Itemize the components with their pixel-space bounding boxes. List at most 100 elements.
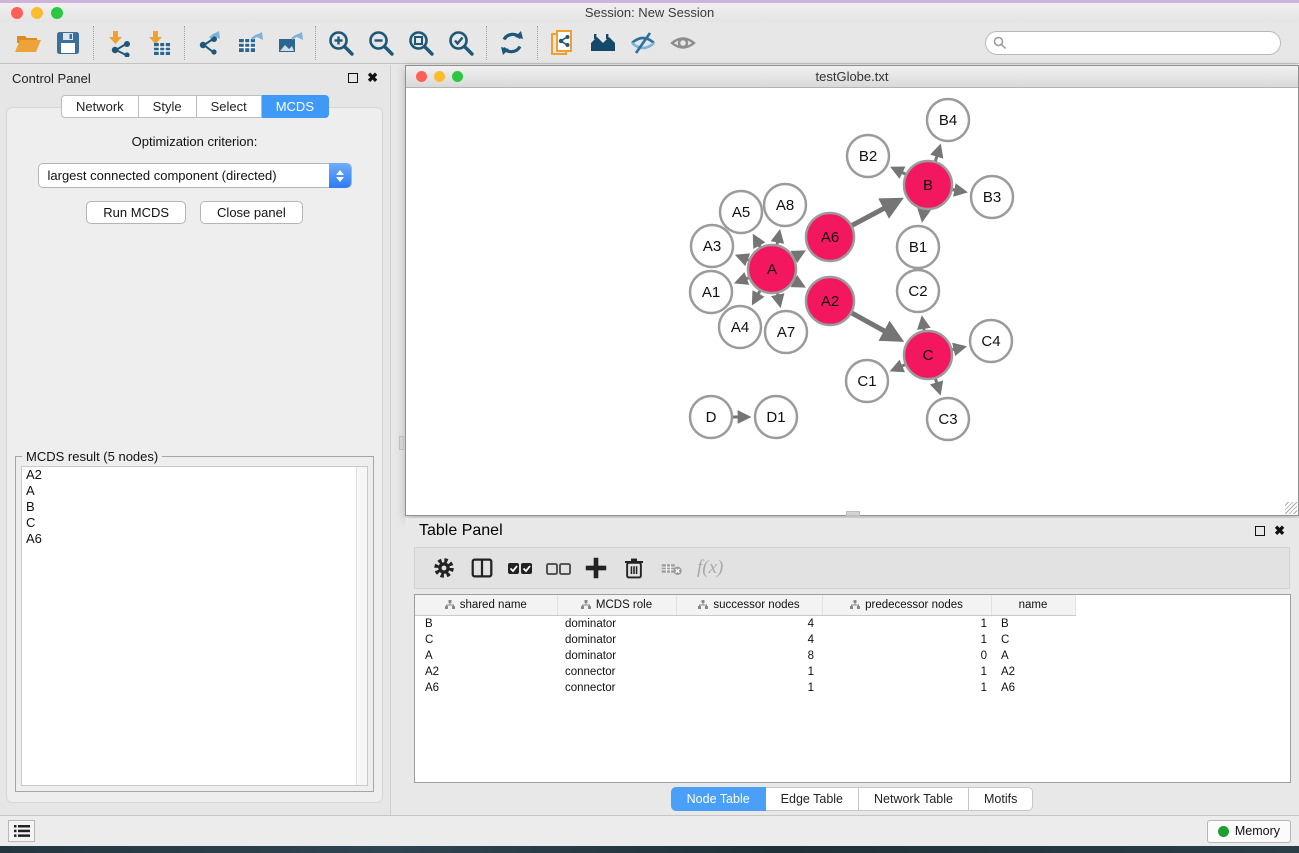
cell-mcds_role[interactable]: connector (557, 664, 676, 680)
graph-edge-B-B4[interactable] (935, 147, 939, 161)
zoom-in-button[interactable] (321, 26, 361, 60)
list-item[interactable]: A2 (22, 467, 367, 483)
graph-node-A8[interactable]: A8 (764, 184, 806, 226)
tab-node-table[interactable]: Node Table (671, 787, 766, 811)
graph-node-B4[interactable]: B4 (927, 99, 969, 141)
tab-select[interactable]: Select (197, 95, 262, 118)
graph-edge-A-A3[interactable] (738, 256, 749, 260)
refresh-button[interactable] (492, 26, 532, 60)
tab-style[interactable]: Style (139, 95, 197, 118)
column-header-name[interactable]: name (991, 595, 1075, 615)
close-panel-icon[interactable]: ✖ (367, 73, 378, 83)
graph-node-B3[interactable]: B3 (971, 176, 1013, 218)
column-header-predecessor-nodes[interactable]: predecessor nodes (822, 595, 991, 615)
list-item[interactable]: A (22, 483, 367, 499)
graph-edge-A-A4[interactable] (754, 291, 760, 303)
graph-edge-A-A1[interactable] (737, 278, 748, 282)
table-settings-button[interactable] (427, 551, 461, 585)
export-table-button[interactable] (230, 26, 270, 60)
graph-edge-A-A2[interactable] (794, 281, 803, 286)
list-item[interactable]: A6 (22, 531, 367, 547)
list-item[interactable]: B (22, 499, 367, 515)
cell-predecessor_nodes[interactable]: 1 (822, 632, 991, 648)
graph-node-A3[interactable]: A3 (691, 225, 733, 267)
cell-successor_nodes[interactable]: 1 (676, 680, 822, 696)
graph-node-C2[interactable]: C2 (897, 270, 939, 312)
graph-edge-A-A7[interactable] (777, 293, 780, 304)
import-network-button[interactable] (99, 26, 139, 60)
network-graph[interactable]: AA1A2A3A4A5A6A7A8BB1B2B3B4CC1C2C3C4DD1 (406, 88, 1298, 514)
cell-mcds_role[interactable]: dominator (557, 615, 676, 632)
cell-shared_name[interactable]: B (415, 615, 557, 632)
cell-predecessor_nodes[interactable]: 1 (822, 664, 991, 680)
cell-predecessor_nodes[interactable]: 0 (822, 648, 991, 664)
deselect-all-button[interactable] (541, 551, 575, 585)
graph-edge-A-A5[interactable] (754, 237, 760, 247)
graph-edge-A-A6[interactable] (794, 252, 803, 257)
tab-edge-table[interactable]: Edge Table (766, 787, 859, 811)
cell-successor_nodes[interactable]: 4 (676, 615, 822, 632)
graph-edge-C-C4[interactable] (952, 347, 963, 350)
optimization-criterion-dropdown[interactable]: largest connected component (directed) (38, 163, 352, 188)
add-column-button[interactable] (579, 551, 613, 585)
cell-shared_name[interactable]: C (415, 632, 557, 648)
new-network-from-selection-button[interactable] (543, 26, 583, 60)
graph-node-C4[interactable]: C4 (970, 320, 1012, 362)
cell-name[interactable]: C (991, 632, 1075, 648)
column-header-successor-nodes[interactable]: successor nodes (676, 595, 822, 615)
delete-columns-button[interactable] (617, 551, 651, 585)
cell-name[interactable]: A6 (991, 680, 1075, 696)
graph-node-D1[interactable]: D1 (755, 396, 797, 438)
column-header-mcds-role[interactable]: MCDS role (557, 595, 676, 615)
float-table-panel-icon[interactable] (1255, 526, 1265, 536)
home-view-button[interactable] (583, 26, 623, 60)
left-divider-grip[interactable] (399, 436, 404, 450)
graph-node-C1[interactable]: C1 (846, 360, 888, 402)
open-session-button[interactable] (8, 26, 48, 60)
result-scrollbar[interactable] (356, 467, 367, 785)
cell-shared_name[interactable]: A6 (415, 680, 557, 696)
cell-name[interactable]: B (991, 615, 1075, 632)
graph-edge-C-C2[interactable] (922, 319, 924, 331)
graph-edge-A-A8[interactable] (777, 232, 779, 244)
graph-edge-B-B3[interactable] (953, 190, 965, 192)
cell-name[interactable]: A2 (991, 664, 1075, 680)
network-canvas[interactable]: AA1A2A3A4A5A6A7A8BB1B2B3B4CC1C2C3C4DD1 (406, 88, 1298, 514)
list-item[interactable]: C (22, 515, 367, 531)
export-network-button[interactable] (190, 26, 230, 60)
graph-edge-C-C1[interactable] (893, 365, 905, 370)
cell-shared_name[interactable]: A (415, 648, 557, 664)
column-header-shared-name[interactable]: shared name (415, 595, 557, 615)
zoom-fit-button[interactable] (401, 26, 441, 60)
table-row[interactable]: Adominator80A (415, 648, 1290, 664)
graph-node-C[interactable]: C (904, 331, 952, 379)
hide-selected-button[interactable] (623, 26, 663, 60)
close-table-panel-icon[interactable]: ✖ (1274, 526, 1285, 536)
cell-mcds_role[interactable]: dominator (557, 648, 676, 664)
split-table-button[interactable] (465, 551, 499, 585)
cell-predecessor_nodes[interactable]: 1 (822, 615, 991, 632)
import-table-button[interactable] (139, 26, 179, 60)
cell-successor_nodes[interactable]: 1 (676, 664, 822, 680)
zoom-selected-button[interactable] (441, 26, 481, 60)
select-all-button[interactable] (503, 551, 537, 585)
graph-node-A2[interactable]: A2 (806, 277, 854, 325)
cell-mcds_role[interactable]: connector (557, 680, 676, 696)
graph-node-B1[interactable]: B1 (897, 226, 939, 268)
graph-node-A4[interactable]: A4 (719, 306, 761, 348)
graph-node-A5[interactable]: A5 (720, 191, 762, 233)
tab-mcds[interactable]: MCDS (262, 95, 329, 118)
graph-edge-A2-C[interactable] (852, 313, 899, 339)
cell-name[interactable]: A (991, 648, 1075, 664)
search-input[interactable] (985, 31, 1281, 55)
graph-edge-B-B2[interactable] (893, 168, 905, 174)
graph-node-B2[interactable]: B2 (847, 135, 889, 177)
cell-successor_nodes[interactable]: 4 (676, 632, 822, 648)
cell-shared_name[interactable]: A2 (415, 664, 557, 680)
delete-table-button[interactable] (655, 551, 689, 585)
graph-node-A[interactable]: A (748, 245, 796, 293)
close-panel-button[interactable]: Close panel (200, 201, 303, 224)
run-mcds-button[interactable]: Run MCDS (86, 201, 186, 224)
graph-node-A6[interactable]: A6 (806, 213, 854, 261)
cell-predecessor_nodes[interactable]: 1 (822, 680, 991, 696)
